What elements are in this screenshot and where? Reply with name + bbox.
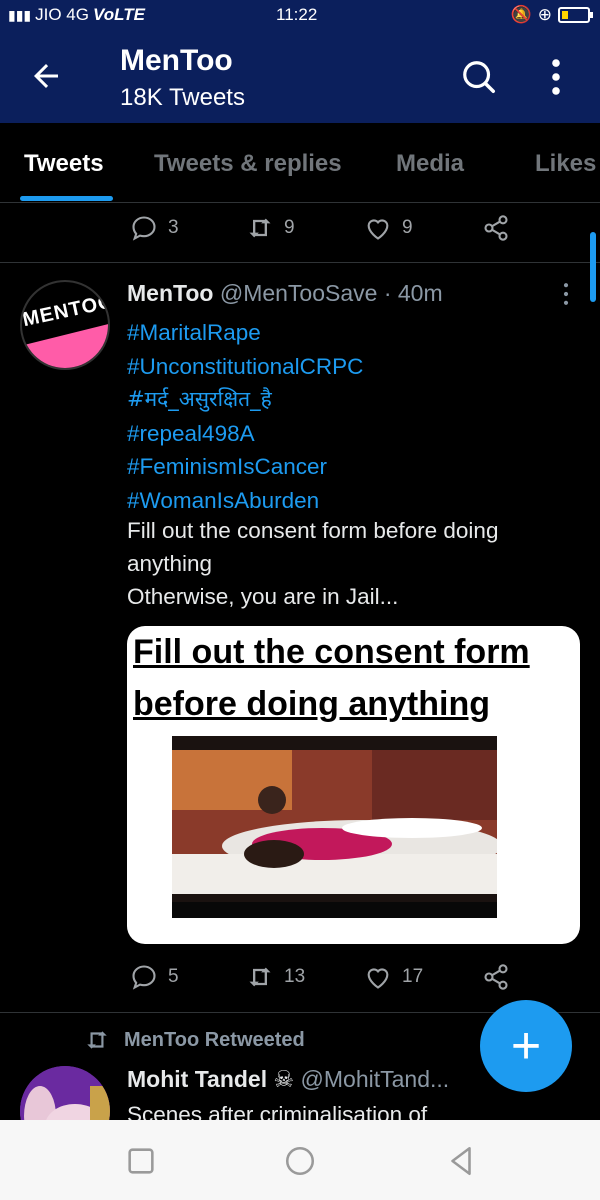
tweet-header: MenToo @MenTooSave · 40m bbox=[127, 280, 443, 307]
tweet-more-icon[interactable] bbox=[560, 282, 572, 306]
compose-tweet-button[interactable]: + bbox=[480, 1000, 572, 1092]
hashtag-link[interactable]: #UnconstitutionalCRPC bbox=[127, 350, 363, 384]
tweet-body: Fill out the consent form before doing a… bbox=[127, 514, 577, 613]
like-button[interactable]: 9 bbox=[364, 214, 413, 242]
tab-tweets-replies[interactable]: Tweets & replies bbox=[154, 150, 342, 178]
share-button[interactable] bbox=[482, 963, 510, 991]
app-bar: MenToo 18K Tweets bbox=[0, 30, 600, 123]
profile-tabs: Tweets Tweets & replies Media Likes bbox=[0, 123, 600, 203]
clock: 11:22 bbox=[276, 5, 318, 24]
reply-count: 5 bbox=[168, 966, 179, 987]
tweet-text-line: anything bbox=[127, 551, 213, 576]
system-nav-bar bbox=[0, 1120, 600, 1200]
retweet-icon bbox=[249, 218, 271, 238]
plus-icon: + bbox=[510, 1017, 542, 1075]
tweet-header: Mohit Tandel ☠ @MohitTand... bbox=[127, 1066, 449, 1093]
hashtag-link[interactable]: #WomanIsAburden bbox=[127, 484, 363, 518]
back-arrow-icon[interactable] bbox=[28, 58, 64, 94]
retweet-count: 13 bbox=[284, 966, 306, 987]
profile-title: MenToo bbox=[120, 44, 233, 77]
mute-bell-icon: 🔕 bbox=[510, 5, 532, 24]
tweet-media-image[interactable]: Fill out the consent form before doing a… bbox=[127, 626, 580, 944]
reply-icon bbox=[132, 965, 156, 990]
hashtag-link[interactable]: #repeal498A bbox=[127, 417, 363, 451]
author-name[interactable]: MenToo bbox=[127, 280, 213, 306]
media-caption: Fill out the consent form before doing a… bbox=[133, 626, 578, 730]
retweet-button[interactable]: 9 bbox=[246, 214, 295, 242]
reply-button[interactable]: 5 bbox=[130, 963, 179, 991]
home-icon[interactable] bbox=[283, 1144, 317, 1178]
prev-tweet-actions: 3 9 9 bbox=[0, 214, 600, 264]
retweet-button[interactable]: 13 bbox=[246, 963, 305, 991]
author-handle[interactable]: @MohitTand... bbox=[301, 1066, 450, 1092]
retweeted-label: MenToo Retweeted bbox=[84, 1027, 305, 1053]
author-name[interactable]: Mohit Tandel bbox=[127, 1066, 267, 1092]
retweeted-text: MenToo Retweeted bbox=[124, 1028, 305, 1051]
battery-icon bbox=[558, 7, 593, 23]
tweet-text-line: Otherwise, you are in Jail... bbox=[127, 584, 399, 609]
share-button[interactable] bbox=[482, 214, 510, 242]
skull-crossbones-icon: ☠ bbox=[273, 1066, 295, 1092]
tab-media[interactable]: Media bbox=[396, 150, 464, 178]
carrier-label: JIO 4G bbox=[35, 5, 89, 24]
heart-icon bbox=[367, 968, 389, 989]
author-handle[interactable]: @MenTooSave bbox=[220, 280, 378, 306]
retweet-icon bbox=[249, 967, 271, 987]
scrollbar-thumb[interactable] bbox=[590, 232, 596, 302]
like-button[interactable]: 17 bbox=[364, 963, 423, 991]
reply-count: 3 bbox=[168, 217, 179, 238]
movie-still-image bbox=[172, 736, 497, 918]
reply-icon bbox=[132, 216, 156, 241]
tweet-count: 18K Tweets bbox=[120, 84, 245, 111]
network-tag: VoLTE bbox=[92, 5, 145, 24]
reply-button[interactable]: 3 bbox=[130, 214, 179, 242]
like-count: 17 bbox=[402, 966, 424, 987]
tab-likes[interactable]: Likes bbox=[535, 150, 596, 178]
active-tab-indicator bbox=[20, 196, 113, 201]
share-icon bbox=[484, 215, 508, 241]
share-icon bbox=[484, 964, 508, 990]
like-count: 9 bbox=[402, 217, 413, 238]
lock-icon: ⊕ bbox=[537, 5, 552, 24]
signal-icon: ▮▮▮ bbox=[8, 6, 32, 23]
retweet-count: 9 bbox=[284, 217, 295, 238]
retweet-icon bbox=[87, 1031, 107, 1049]
more-vertical-icon[interactable] bbox=[546, 58, 566, 96]
tab-tweets[interactable]: Tweets bbox=[24, 150, 104, 178]
hashtag-link[interactable]: #FeminismIsCancer bbox=[127, 450, 363, 484]
avatar[interactable]: MENTOO bbox=[20, 280, 110, 370]
hashtag-link[interactable]: #मर्द_असुरक्षित_है bbox=[127, 383, 363, 417]
media-caption-line: before doing anything bbox=[133, 685, 490, 723]
recents-icon[interactable] bbox=[124, 1144, 158, 1178]
search-icon[interactable] bbox=[460, 58, 498, 96]
status-bar: ▮▮▮ JIO 4G VoLTE 11:22 🔕 ⊕ bbox=[0, 0, 600, 30]
tweet-time: · 40m bbox=[383, 280, 443, 306]
tweet-text-line: Fill out the consent form before doing bbox=[127, 518, 499, 543]
heart-icon bbox=[367, 219, 389, 240]
hashtag-list: #MaritalRape #UnconstitutionalCRPC #मर्द… bbox=[127, 316, 363, 517]
back-icon[interactable] bbox=[444, 1144, 478, 1178]
media-caption-line: Fill out the consent form bbox=[133, 633, 530, 671]
hashtag-link[interactable]: #MaritalRape bbox=[127, 316, 363, 350]
tweet-divider bbox=[0, 262, 600, 263]
